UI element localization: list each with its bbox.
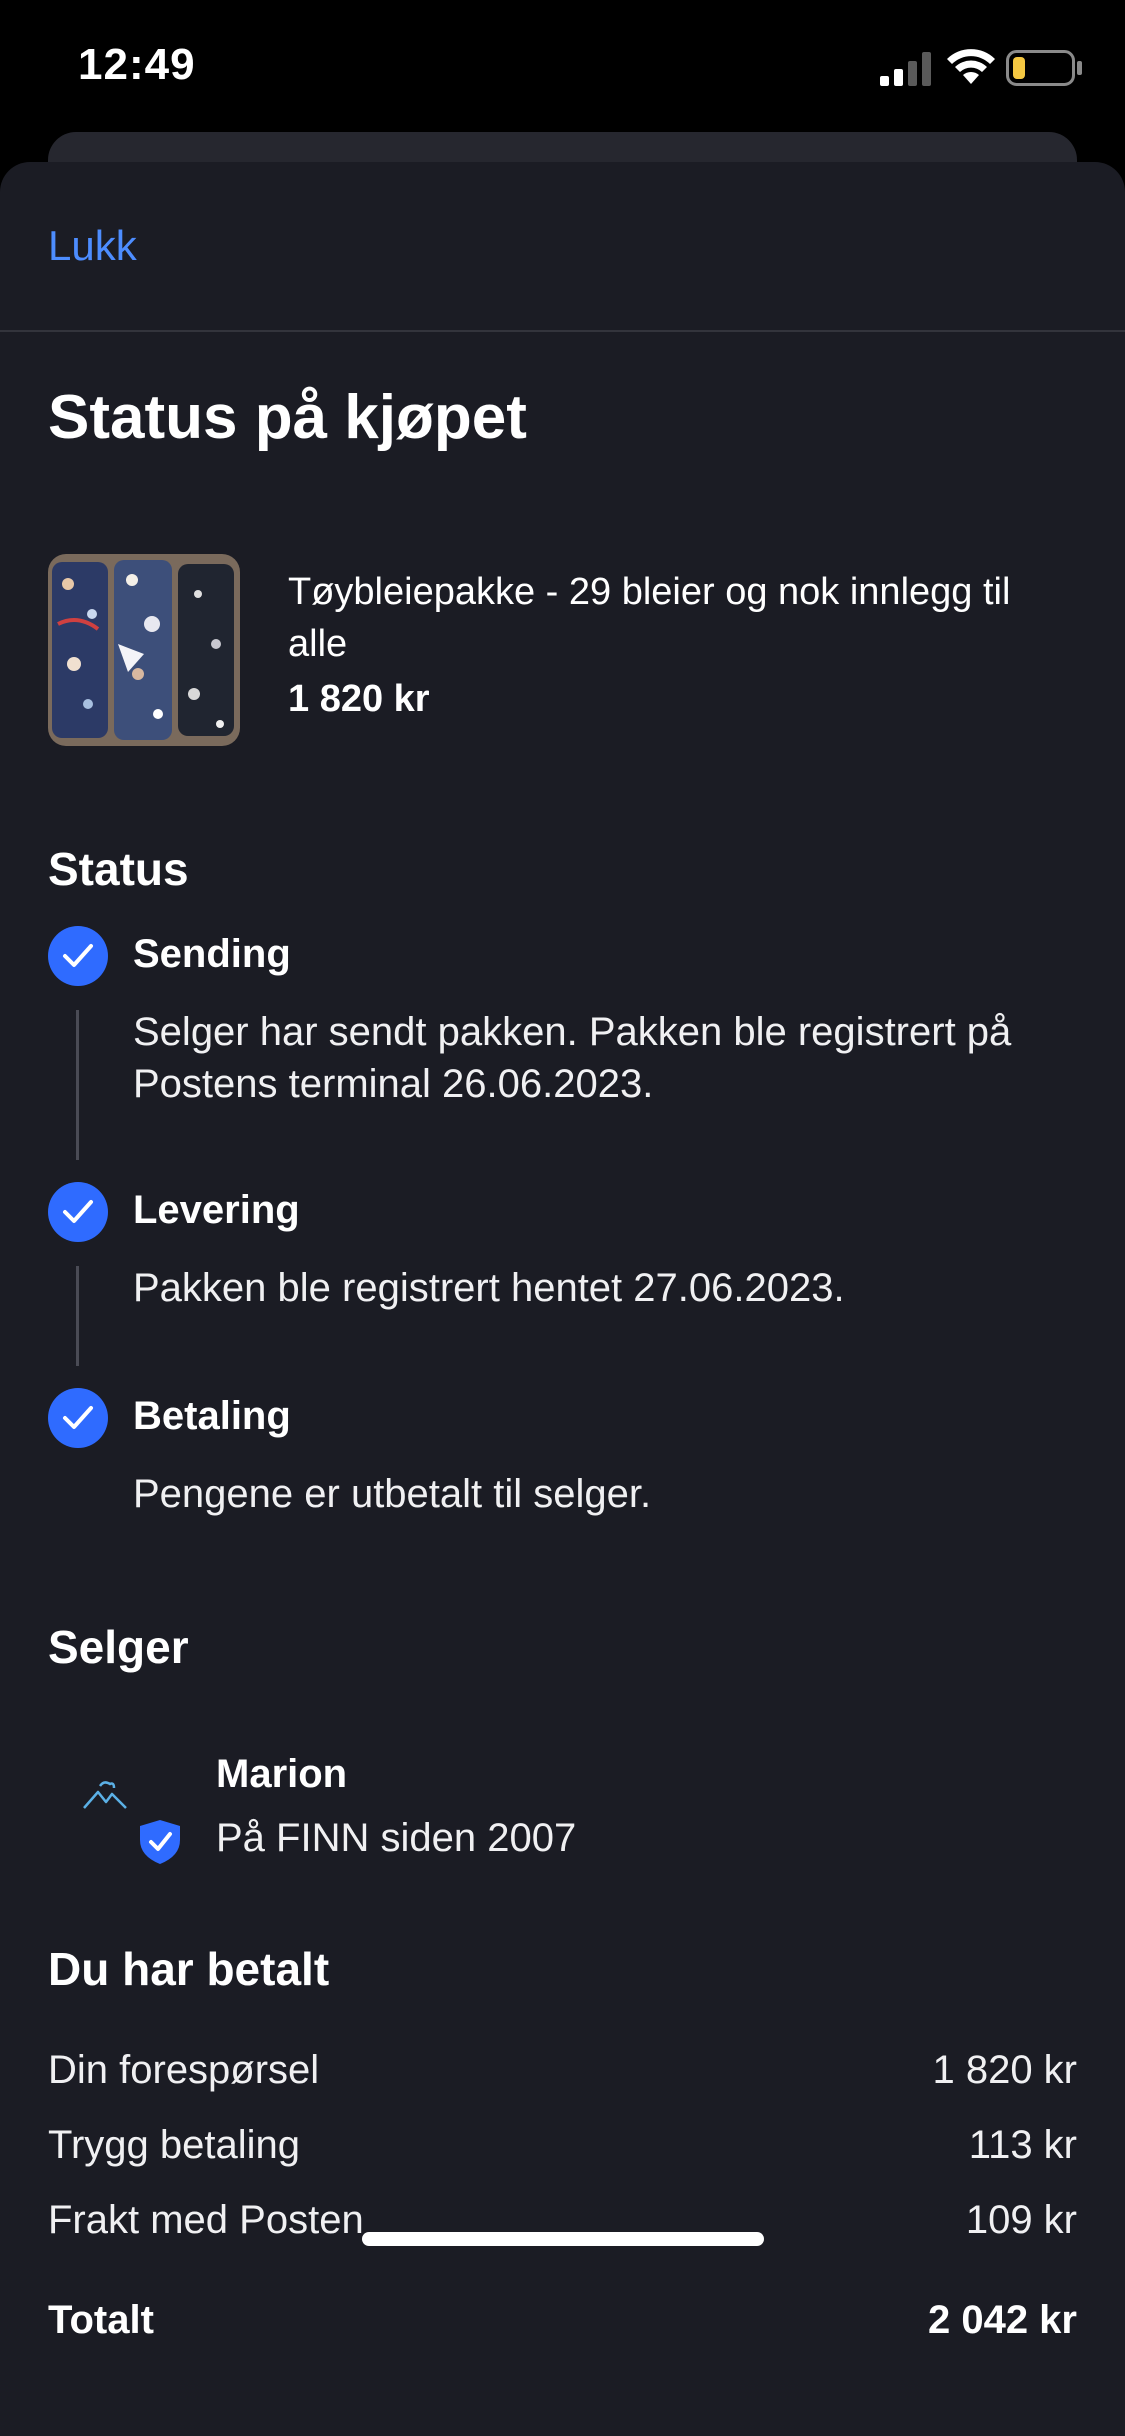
step-description-levering: Pakken ble registrert hentet 27.06.2023. — [133, 1266, 845, 1310]
product-title: Tøybleiepakke - 29 bleier og nok innlegg… — [288, 571, 1011, 665]
seller-avatar-icon[interactable] — [76, 1760, 186, 1870]
checkmark-icon — [63, 944, 93, 967]
payment-row-value: 113 kr — [968, 2123, 1077, 2167]
step-complete-indicator — [48, 926, 108, 986]
payment-row: Din forespørsel 1 820 kr — [48, 2048, 1077, 2100]
step-description-sending: Selger har sendt pakken. Pakken ble regi… — [133, 1010, 1012, 1106]
payment-heading: Du har betalt — [48, 1943, 330, 1995]
battery-icon — [1006, 50, 1082, 86]
step-title-sending: Sending — [133, 932, 291, 976]
status-time: 12:49 — [78, 40, 196, 89]
verified-shield-icon — [140, 1820, 180, 1864]
status-bar: 12:49 — [0, 0, 1125, 130]
payment-row-label: Frakt med Posten — [48, 2198, 364, 2242]
payment-row-value: 1 820 kr — [932, 2048, 1077, 2092]
product-price: 1 820 kr — [288, 678, 430, 720]
checkmark-icon — [63, 1200, 93, 1223]
payment-row-value: 109 kr — [965, 2198, 1077, 2242]
payment-row: Trygg betaling 113 kr — [48, 2123, 1077, 2175]
header-divider — [0, 330, 1125, 332]
step-title-betaling: Betaling — [133, 1394, 291, 1438]
payment-total-value: 2 042 kr — [927, 2298, 1077, 2342]
payment-row-label: Trygg betaling — [48, 2123, 300, 2167]
payment-total-row: Totalt 2 042 kr — [48, 2298, 1077, 2350]
seller-name[interactable]: Marion — [216, 1752, 347, 1797]
home-indicator[interactable] — [362, 2232, 764, 2246]
step-complete-indicator — [48, 1182, 108, 1242]
wifi-icon — [947, 49, 995, 84]
seller-member-since: På FINN siden 2007 — [216, 1816, 577, 1860]
status-heading: Status — [48, 843, 189, 895]
payment-total-label: Totalt — [48, 2298, 154, 2342]
step-title-levering: Levering — [133, 1188, 300, 1232]
checkmark-icon — [63, 1406, 93, 1429]
close-button[interactable]: Lukk — [48, 222, 137, 270]
step-connector-line — [76, 1010, 79, 1160]
product-image[interactable] — [48, 554, 240, 746]
payment-row-label: Din forespørsel — [48, 2048, 320, 2092]
step-connector-line — [76, 1266, 79, 1366]
step-complete-indicator — [48, 1388, 108, 1448]
signal-icon — [880, 52, 931, 86]
seller-heading: Selger — [48, 1621, 189, 1673]
page-title: Status på kjøpet — [48, 383, 527, 452]
step-description-betaling: Pengene er utbetalt til selger. — [133, 1472, 652, 1516]
purchase-status-sheet: Lukk Status på kjøpet Tøybleiepakke - 29… — [0, 162, 1125, 2436]
